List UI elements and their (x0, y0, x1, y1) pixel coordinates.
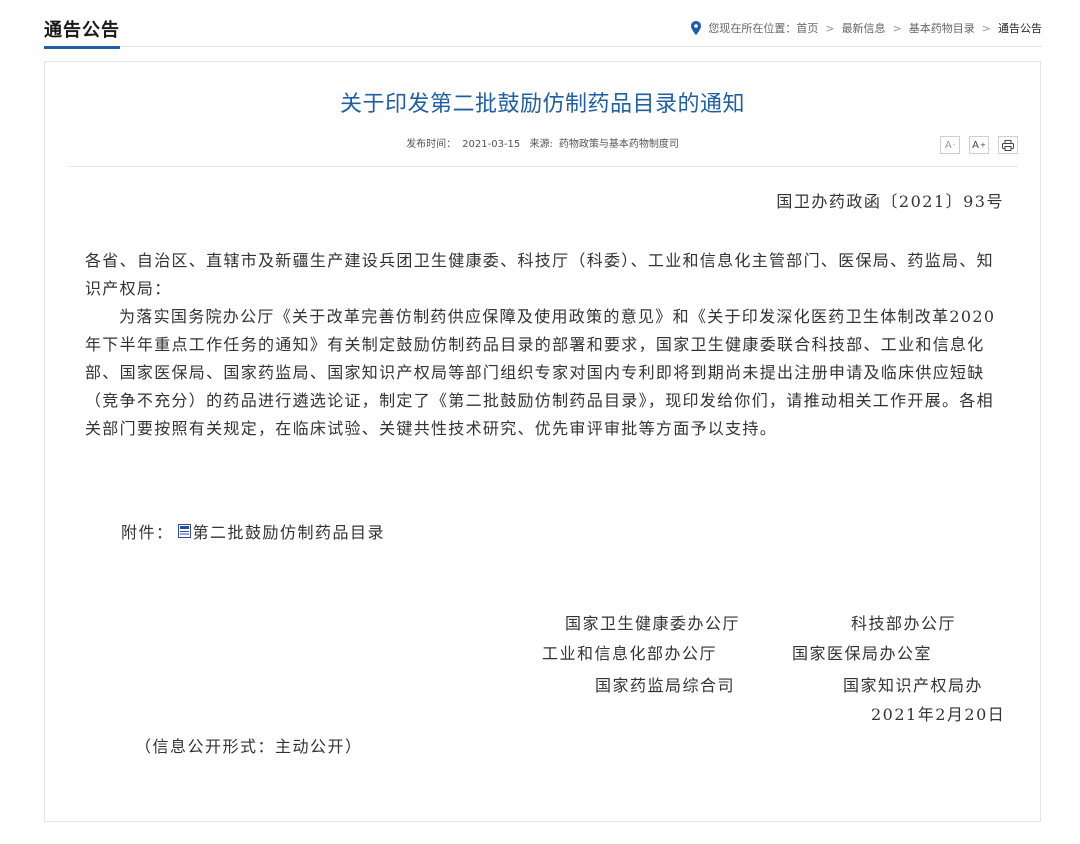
section-title: 通告公告 (44, 16, 120, 49)
document-number: 国卫办药政函〔2021〕93号 (776, 192, 1004, 211)
publish-label: 发布时间： (406, 139, 457, 150)
word-document-icon (177, 524, 191, 538)
signature-ministry-industry: 工业和信息化部办公厅 (542, 644, 718, 663)
publish-date: 2021-03-15 (462, 139, 521, 150)
breadcrumb: 您现在所在位置： 首页 > 最新信息 > 基本药物目录 > 通告公告 (690, 20, 1042, 36)
attachment-link[interactable]: 第二批鼓励仿制药品目录 (193, 519, 386, 543)
signature-date: 2021年2月20日 (871, 705, 1006, 724)
article-panel: 关于印发第二批鼓励仿制药品目录的通知 发布时间： 2021-03-15 来源: 药物… (44, 61, 1041, 822)
body-paragraph: 为落实国务院办公厅《关于改革完善仿制药供应保障及使用政策的意见》和《关于印发深化… (85, 307, 996, 438)
location-pin-icon (691, 21, 702, 35)
title-divider (67, 166, 1018, 167)
breadcrumb-separator: > (892, 21, 902, 35)
signature-healthcare-security: 国家医保局办公室 (792, 644, 933, 663)
article-body: 各省、自治区、直辖市及新疆生产建设兵团卫生健康委、科技厅（科委）、工业和信息化主… (85, 247, 1005, 443)
attachment: 附件： 第二批鼓励仿制药品目录 (121, 519, 385, 543)
source-label: 来源: (529, 139, 553, 150)
attachment-label: 附件： (121, 523, 174, 542)
printer-icon (1002, 139, 1014, 151)
addressees: 各省、自治区、直辖市及新疆生产建设兵团卫生健康委、科技厅（科委）、工业和信息化主… (85, 251, 994, 298)
article-meta: 发布时间： 2021-03-15 来源: 药物政策与基本药物制度司 (45, 135, 1040, 150)
breadcrumb-prefix: 您现在所在位置： (708, 22, 797, 35)
signature-ministry-science: 科技部办公厅 (851, 614, 957, 633)
breadcrumb-latest-info[interactable]: 最新信息 (842, 20, 886, 36)
source-value: 药物政策与基本药物制度司 (558, 139, 679, 150)
article-title: 关于印发第二批鼓励仿制药品目录的通知 (339, 92, 745, 117)
breadcrumb-current: 通告公告 (998, 22, 1042, 35)
article-tools: A- A + (940, 136, 1018, 154)
signature-ip-office: 国家知识产权局办 (843, 676, 984, 695)
font-increase-button[interactable]: A + (969, 136, 989, 154)
breadcrumb-home[interactable]: 首页 (796, 20, 818, 36)
breadcrumb-separator: > (825, 21, 835, 35)
signature-drug-administration: 国家药监局综合司 (595, 676, 736, 695)
print-button[interactable] (998, 136, 1018, 154)
disclosure-form: （信息公开形式：主动公开） (135, 737, 363, 756)
breadcrumb-separator: > (981, 21, 991, 35)
breadcrumb-essential-drugs[interactable]: 基本药物目录 (909, 20, 975, 36)
top-bar: 通告公告 您现在所在位置： 首页 > 最新信息 > 基本药物目录 > 通告公告 (44, 14, 1042, 49)
font-decrease-button[interactable]: A- (940, 136, 960, 154)
signature-health-commission: 国家卫生健康委办公厅 (565, 614, 741, 633)
